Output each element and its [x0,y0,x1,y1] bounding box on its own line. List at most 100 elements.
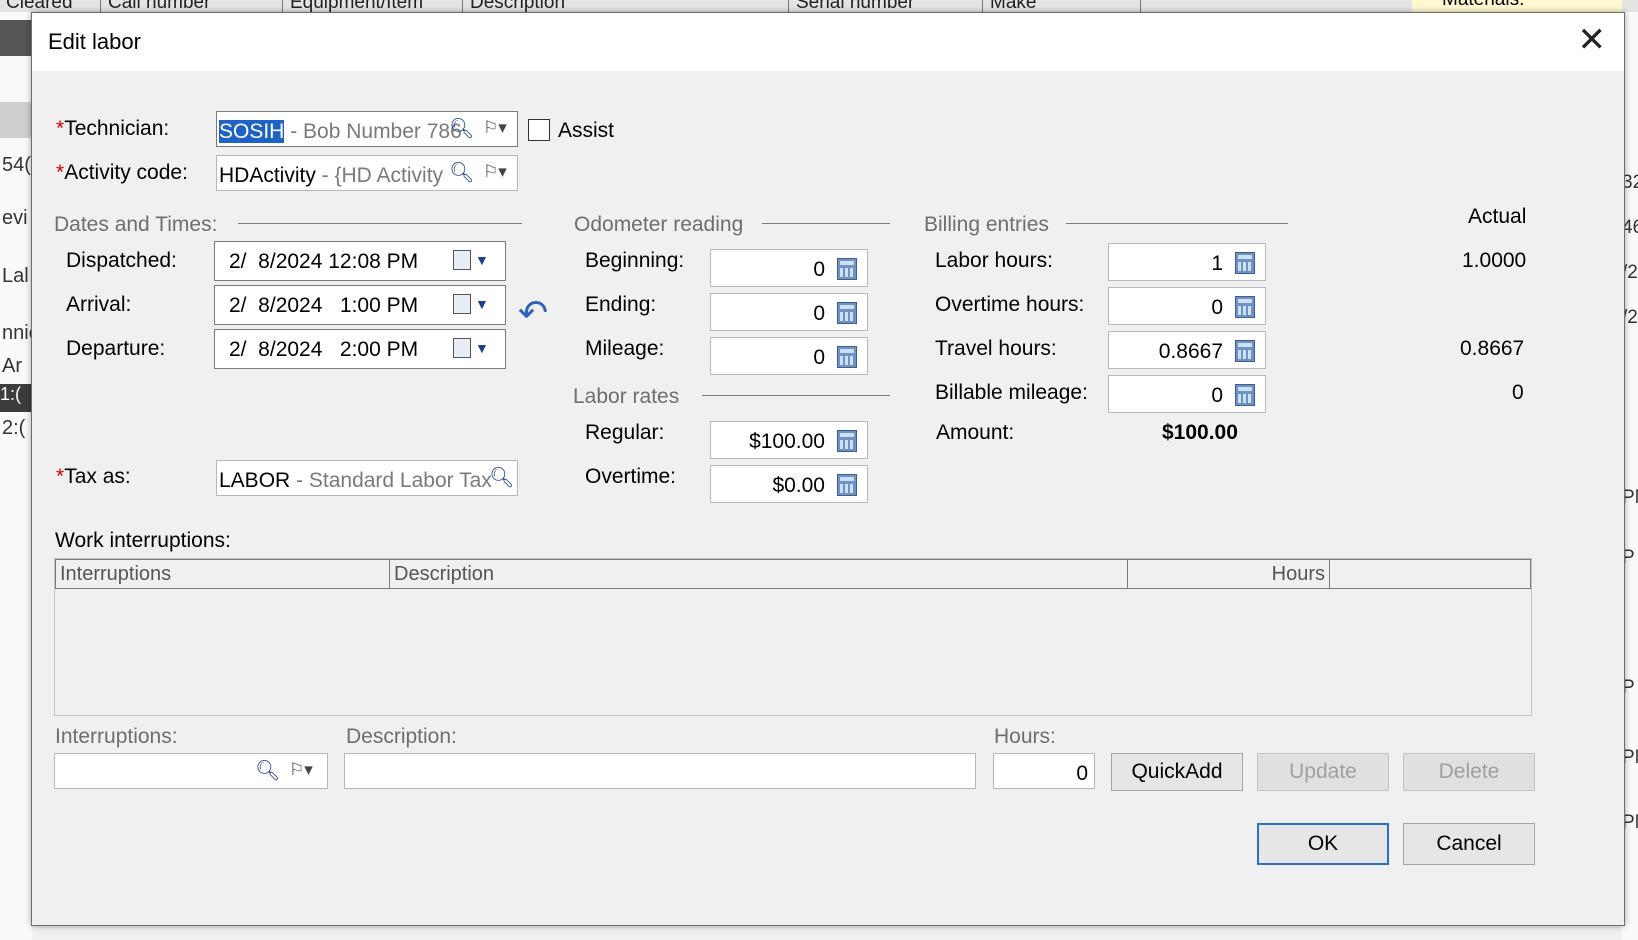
bg-col-separator [1140,0,1141,12]
quickadd-button[interactable]: QuickAdd [1111,753,1243,791]
column-header-description[interactable]: Description [390,560,1128,588]
flag-dropdown-icon[interactable]: ⚐▾ [483,162,507,182]
overtime-hours-value: 0 [1211,296,1223,319]
entry-interruptions-input[interactable]: 🔍︎ ⚐▾ [54,753,328,789]
mileage-value: 0 [813,346,825,369]
column-header-interruptions[interactable]: Interruptions [56,560,390,588]
work-interruptions-title: Work interruptions: [55,529,231,552]
ok-button[interactable]: OK [1257,823,1389,865]
tax-as-label-text: Tax as: [64,465,131,488]
odometer-section-title: Odometer reading [574,213,744,236]
section-divider [1066,223,1288,224]
mileage-label: Mileage: [585,337,665,360]
entry-hours-value: 0 [1076,762,1088,785]
calculator-icon[interactable] [1235,296,1255,318]
arrival-datetime-field[interactable]: 2/ 8/2024 1:00 PM ▼ [214,285,506,325]
entry-description-label: Description: [346,725,457,748]
entry-description-input[interactable] [344,753,976,789]
entry-interruptions-label: Interruptions: [55,725,178,748]
entry-hours-input[interactable]: 0 [993,753,1095,789]
calculator-icon[interactable] [837,346,857,368]
calendar-icon [453,338,471,358]
beginning-label: Beginning: [585,249,685,272]
activity-code-label: *Activity code: [56,161,188,185]
technician-description: - Bob Number 786 [284,120,462,143]
beginning-input[interactable]: 0 [710,249,868,287]
dispatched-value: 2/ 8/2024 12:08 PM [229,250,419,273]
magnifier-icon[interactable]: 🔍︎ [489,465,514,490]
required-mark: * [56,117,65,140]
grid-header: Interruptions Description Hours [55,559,1531,589]
travel-hours-value: 0.8667 [1158,340,1223,363]
section-divider [702,395,890,396]
cancel-button[interactable]: Cancel [1403,823,1535,865]
magnifier-icon[interactable]: 🔍︎ [449,116,474,141]
entry-hours-label: Hours: [994,725,1056,748]
magnifier-icon[interactable]: 🔍︎ [255,758,280,783]
dates-section-title: Dates and Times: [54,213,218,236]
calculator-icon[interactable] [837,474,857,496]
technician-input[interactable]: SOSIH - Bob Number 786 🔍︎ ⚐▾ [216,111,518,147]
labor-hours-actual: 1.0000 [1462,249,1527,272]
background-left-panel: 54( evi Lal nnic Ar 1:( 2:( [0,12,39,940]
travel-hours-input[interactable]: 0.8667 [1108,331,1266,369]
bg-materials-label: Materials: [1412,0,1622,12]
column-header-hours[interactable]: Hours [1128,560,1330,588]
calculator-icon[interactable] [1235,384,1255,406]
overtime-rate-value: $0.00 [772,474,825,497]
work-interruptions-grid[interactable]: Interruptions Description Hours [54,558,1532,716]
flag-dropdown-icon[interactable]: ⚐▾ [289,760,313,780]
delete-button[interactable]: Delete [1403,753,1535,791]
labor-hours-label: Labor hours: [935,249,1053,272]
calculator-icon[interactable] [1235,252,1255,274]
chevron-down-icon: ▼ [475,252,489,268]
update-button[interactable]: Update [1257,753,1389,791]
assist-checkbox[interactable] [528,119,550,141]
travel-hours-label: Travel hours: [935,337,1057,360]
overtime-hours-input[interactable]: 0 [1108,287,1266,325]
calendar-dropdown-icon[interactable]: ▼ [453,294,493,316]
bg-col-separator [788,0,789,12]
technician-code: SOSIH [219,120,285,143]
activity-code-description: - {HD Activity [315,164,444,187]
chevron-down-icon: ▼ [475,296,489,312]
activity-code-input[interactable]: HDActivity - {HD Activity 🔍︎ ⚐▾ [216,155,518,191]
regular-rate-input[interactable]: $100.00 [710,421,868,459]
calculator-icon[interactable] [837,258,857,280]
dispatched-datetime-field[interactable]: 2/ 8/2024 12:08 PM ▼ [214,241,506,281]
ending-input[interactable]: 0 [710,293,868,331]
mileage-input[interactable]: 0 [710,337,868,375]
tax-code: LABOR [219,469,291,492]
close-icon[interactable]: ✕ [1578,23,1607,57]
labor-rates-section-title: Labor rates [573,385,680,408]
section-divider [762,223,890,224]
bg-fragment: Lal [2,265,29,287]
magnifier-icon[interactable]: 🔍︎ [449,160,474,185]
chevron-down-icon: ▼ [475,340,489,356]
calendar-icon [453,294,471,314]
actual-column-header: Actual [1468,205,1527,228]
tax-as-input[interactable]: LABOR - Standard Labor Tax 🔍︎ [216,460,518,496]
calendar-dropdown-icon[interactable]: ▼ [453,338,493,360]
undo-arrow-icon[interactable]: ↶ [518,295,548,331]
calculator-icon[interactable] [837,430,857,452]
billable-mileage-input[interactable]: 0 [1108,375,1266,413]
arrival-label: Arrival: [66,293,132,316]
overtime-rate-input[interactable]: $0.00 [710,465,868,503]
calculator-icon[interactable] [1235,340,1255,362]
calendar-dropdown-icon[interactable]: ▼ [453,250,493,272]
bg-dark-strip [0,20,32,56]
flag-dropdown-icon[interactable]: ⚐▾ [483,118,507,138]
travel-hours-actual: 0.8667 [1460,337,1525,360]
departure-datetime-field[interactable]: 2/ 8/2024 2:00 PM ▼ [214,329,506,369]
bg-fragment: 2:( [2,417,26,439]
bg-grey-strip [0,102,32,138]
calculator-icon[interactable] [837,302,857,324]
technician-value: SOSIH - Bob Number 786 [219,120,462,144]
billable-mileage-label: Billable mileage: [935,381,1088,404]
billable-mileage-actual: 0 [1512,381,1524,404]
labor-hours-input[interactable]: 1 [1108,243,1266,281]
bg-selected-row: 1:( [0,384,32,412]
tax-description: - Standard Labor Tax [290,469,492,492]
tax-value: LABOR - Standard Labor Tax [219,469,492,493]
